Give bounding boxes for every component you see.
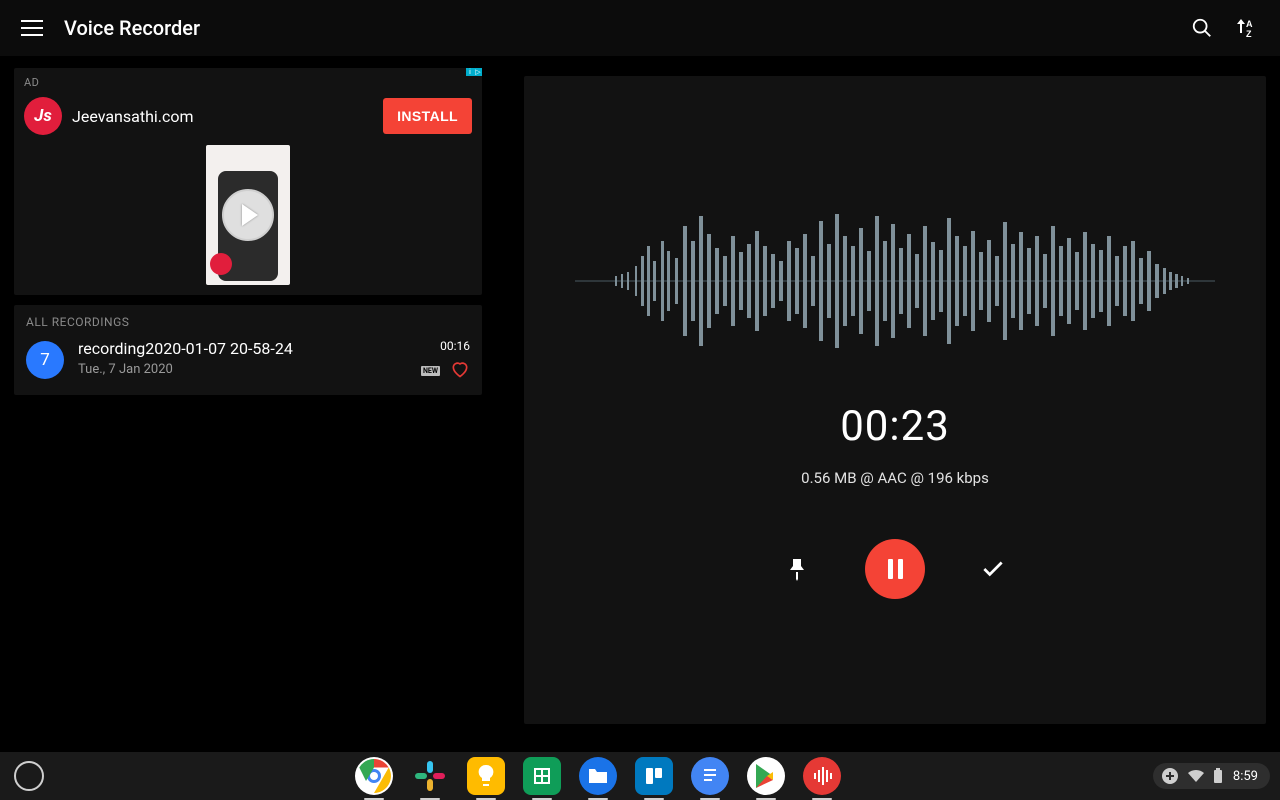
pin-icon <box>787 557 807 581</box>
folder-icon <box>587 767 609 785</box>
recordings-list-header: ALL RECORDINGS <box>26 315 470 329</box>
pause-icon <box>888 559 903 579</box>
slack-icon <box>413 759 447 793</box>
taskbar-app-voice-recorder[interactable] <box>803 757 841 795</box>
launcher-button[interactable] <box>14 761 44 791</box>
taskbar-app-docs[interactable] <box>691 757 729 795</box>
recording-panel: 00:23 0.56 MB @ AAC @ 196 kbps <box>524 76 1266 724</box>
system-tray[interactable]: 8:59 <box>1153 763 1270 789</box>
recordings-list: ALL RECORDINGS 7 recording2020-01-07 20-… <box>14 305 482 395</box>
app-title: Voice Recorder <box>64 16 200 40</box>
recording-title: recording2020-01-07 20-58-24 <box>78 339 293 358</box>
play-icon <box>222 189 274 241</box>
keep-icon <box>476 764 496 788</box>
ad-info-badge[interactable]: i▷ <box>466 68 482 84</box>
chrome-icon <box>357 759 391 793</box>
battery-icon <box>1213 768 1223 784</box>
recording-day-badge: 7 <box>26 341 64 379</box>
taskbar-app-keep[interactable] <box>467 757 505 795</box>
ad-label: AD <box>24 76 472 89</box>
taskbar-app-slack[interactable] <box>411 757 449 795</box>
ad-logo: Js <box>24 97 62 135</box>
favorite-button[interactable] <box>450 359 470 383</box>
taskbar-app-files[interactable] <box>579 757 617 795</box>
sort-az-icon: AZ <box>1234 16 1258 40</box>
sort-button[interactable]: AZ <box>1224 6 1268 50</box>
docs-icon <box>701 765 719 787</box>
pin-button[interactable] <box>777 549 817 589</box>
encoding-info: 0.56 MB @ AAC @ 196 kbps <box>801 469 989 487</box>
pause-record-button[interactable] <box>865 539 925 599</box>
voice-recorder-app-icon <box>810 764 834 788</box>
ad-advertiser-name[interactable]: Jeevansathi.com <box>72 107 194 126</box>
wifi-icon <box>1187 769 1205 783</box>
taskbar: 8:59 <box>0 752 1280 800</box>
hamburger-icon <box>21 20 43 36</box>
ad-card: i▷ AD Js Jeevansathi.com INSTALL <box>14 68 482 295</box>
recording-date: Tue., 7 Jan 2020 <box>78 362 293 377</box>
trello-icon <box>643 765 665 787</box>
heart-icon <box>450 359 470 379</box>
new-badge: NEW <box>421 366 440 376</box>
recording-item[interactable]: 7 recording2020-01-07 20-58-24 Tue., 7 J… <box>26 339 470 383</box>
tray-clock: 8:59 <box>1233 769 1258 784</box>
taskbar-app-chrome[interactable] <box>355 757 393 795</box>
play-store-icon <box>754 763 778 789</box>
sheets-icon <box>532 765 552 787</box>
recording-duration: 00:16 <box>440 339 470 353</box>
svg-text:A: A <box>1246 19 1253 29</box>
svg-text:Z: Z <box>1246 29 1252 39</box>
notification-icon <box>1161 767 1179 785</box>
checkmark-icon <box>980 556 1006 582</box>
ad-install-button[interactable]: INSTALL <box>383 98 472 134</box>
hamburger-menu-button[interactable] <box>12 8 52 48</box>
search-button[interactable] <box>1180 6 1224 50</box>
search-icon <box>1191 17 1213 39</box>
taskbar-app-sheets[interactable] <box>523 757 561 795</box>
taskbar-app-playstore[interactable] <box>747 757 785 795</box>
waveform <box>575 186 1215 376</box>
ad-video-preview[interactable] <box>206 145 290 285</box>
app-bar: Voice Recorder AZ <box>0 0 1280 56</box>
finish-button[interactable] <box>973 549 1013 589</box>
taskbar-app-trello[interactable] <box>635 757 673 795</box>
recording-timer: 00:23 <box>840 402 950 451</box>
